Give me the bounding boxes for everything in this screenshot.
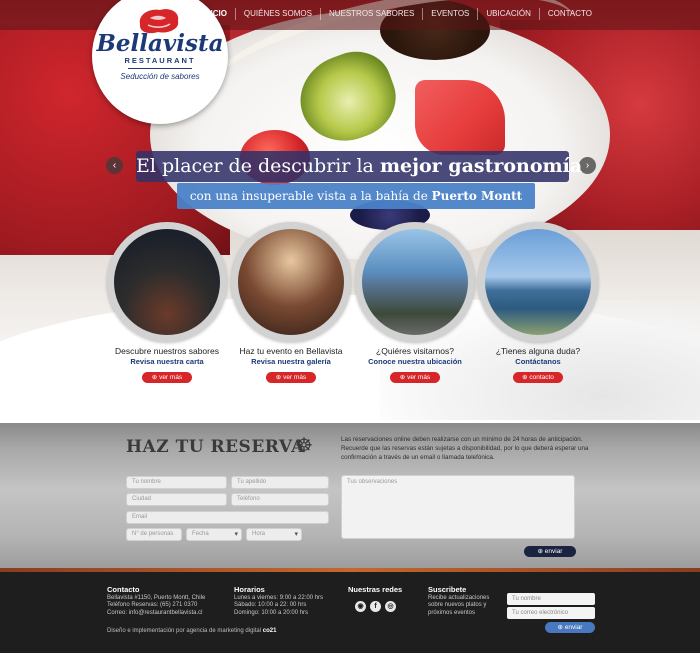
email-field[interactable]: Email — [126, 511, 329, 524]
facebook-icon[interactable]: f — [370, 601, 381, 612]
logo-tagline: Seducción de sabores — [120, 72, 200, 81]
hora-label: Hora — [252, 531, 266, 537]
card-sabores: Descubre nuestros sabores Revisa nuestra… — [107, 222, 227, 384]
suscribete-line3: próximos eventos — [428, 609, 476, 616]
footer-horarios-text: Lunes a viernes: 9:00 a 22:00 hrs Sábado… — [234, 595, 323, 617]
horario-domingo: Domingo: 10:00 a 20:00 hrs — [234, 609, 309, 616]
footer: Contacto Bellavista #1150, Puerto Montt,… — [0, 572, 700, 653]
chevron-left-icon[interactable]: ‹ — [106, 157, 123, 174]
footer-horarios-title: Horarios — [234, 585, 265, 594]
apellido-field[interactable]: Tu apellido — [231, 476, 329, 489]
footer-contacto-text: Bellavista #1150, Puerto Montt, Chile Te… — [107, 595, 205, 617]
card-title: Haz tu evento en Bellavista — [239, 346, 343, 356]
social-icons: ◉ f ◎ — [355, 601, 400, 612]
newsletter-name-field[interactable]: Tu nombre — [507, 593, 595, 605]
card-contacto: ¿Tienes alguna duda? Contáctanos ⊕ conta… — [478, 222, 598, 384]
phone: Teléfono Reservas: (65) 271 0370 — [107, 602, 198, 609]
nav-nuestros-sabores[interactable]: NUESTROS SABORES — [319, 8, 422, 20]
subline-bold: Puerto Montt — [431, 189, 523, 203]
button-label: ver más — [407, 374, 431, 381]
card-link[interactable]: Revisa nuestra carta — [107, 357, 227, 366]
reservation-submit-button[interactable]: ⊕ enviar — [524, 546, 576, 557]
tripadvisor-icon[interactable]: ◉ — [355, 601, 366, 612]
slider-subline: con una insuperable vista a la bahía de … — [177, 183, 535, 209]
credit-text: Diseño e implementación por agencia de m… — [107, 628, 263, 634]
button-label: contacto — [529, 374, 554, 381]
watermelon-image — [415, 80, 505, 155]
newsletter-email-field[interactable]: Tu correo electrónico — [507, 607, 595, 619]
card-link[interactable]: Conoce nuestra ubicación — [355, 357, 475, 366]
card-ubicacion: ¿Quiéres visitarnos? Conoce nuestra ubic… — [355, 222, 475, 384]
card-link[interactable]: Revisa nuestra galería — [231, 357, 351, 366]
reservation-section: HAZ TU RESERVA ☸ Las reservaciones onlin… — [0, 423, 700, 571]
agency-link[interactable]: co21 — [263, 628, 277, 634]
contacto-button[interactable]: ⊕ contacto — [513, 372, 563, 383]
telefono-field[interactable]: Teléfono — [231, 493, 329, 506]
card-title: ¿Tienes alguna duda? — [495, 346, 581, 356]
horario-sabado: Sábado: 10:00 a 22: 00 hrs — [234, 602, 307, 609]
logo-name: Bellavista — [96, 30, 224, 57]
button-label: enviar — [564, 624, 583, 631]
ver-mas-button[interactable]: ⊕ ver más — [390, 372, 440, 383]
subline-text: con una insuperable vista a la bahía de — [189, 189, 432, 203]
newsletter-submit-button[interactable]: ⊕ enviar — [545, 622, 595, 633]
card-title: Descubre nuestros sabores — [115, 346, 219, 356]
ver-mas-button[interactable]: ⊕ ver más — [142, 372, 192, 383]
footer-suscribete-text: Recibe actualizaciones sobre nuevos plat… — [428, 595, 489, 617]
nav-ubicacion[interactable]: UBICACIÓN — [477, 8, 538, 20]
nav-eventos[interactable]: EVENTOS — [422, 8, 477, 20]
card-eventos: Haz tu evento en Bellavista Revisa nuest… — [231, 222, 351, 384]
reservation-info: Las reservaciones online deben realizars… — [341, 436, 589, 461]
fecha-label: Fecha — [192, 531, 209, 537]
main-nav: INICIO QUIÉNES SOMOS NUESTROS SABORES EV… — [194, 8, 600, 20]
food-photo — [114, 229, 220, 335]
observaciones-textarea[interactable]: Tus observaciones — [341, 475, 575, 539]
card-image-frame[interactable] — [231, 222, 351, 342]
address: Bellavista #1150, Puerto Montt, Chile — [107, 595, 206, 601]
suscribete-line2: sobre nuevos platos y — [428, 602, 487, 609]
card-image-frame[interactable] — [107, 222, 227, 342]
button-label: ver más — [283, 374, 307, 381]
terrace-photo — [362, 229, 468, 335]
footer-credit: Diseño e implementación por agencia de m… — [107, 628, 276, 634]
card-image-frame[interactable] — [355, 222, 475, 342]
nav-quienes-somos[interactable]: QUIÉNES SOMOS — [234, 8, 320, 20]
horario-semana: Lunes a viernes: 9:00 a 22:00 hrs — [234, 595, 324, 601]
email[interactable]: Correo: info@restaurantbellavista.cl — [107, 610, 205, 617]
button-label: ver más — [159, 374, 183, 381]
headline-bold: mejor gastronomía — [379, 155, 583, 177]
ver-mas-button[interactable]: ⊕ ver más — [266, 372, 316, 383]
logo-subtitle: RESTAURANT — [124, 56, 196, 65]
hora-select[interactable]: Hora — [246, 528, 302, 541]
slider-headline: El placer de descubrir la mejor gastrono… — [136, 151, 582, 182]
card-title: ¿Quiéres visitarnos? — [376, 346, 454, 356]
nav-contacto[interactable]: CONTACTO — [538, 8, 600, 20]
event-photo — [238, 229, 344, 335]
reservation-title: HAZ TU RESERVA — [126, 437, 305, 457]
button-label: enviar — [544, 548, 563, 555]
footer-redes-title: Nuestras redes — [348, 585, 403, 594]
personas-field[interactable]: N° de personas — [126, 528, 182, 541]
fecha-select[interactable]: Fecha — [186, 528, 242, 541]
suscribete-line1: Recibe actualizaciones — [428, 595, 490, 601]
nombre-field[interactable]: Tu nombre — [126, 476, 227, 489]
bay-photo — [485, 229, 591, 335]
headline-text: El placer de descubrir la — [136, 155, 380, 177]
footer-suscribete-title: Suscribete — [428, 585, 467, 594]
logo-divider — [128, 68, 192, 69]
footer-contacto-title: Contacto — [107, 585, 140, 594]
ship-wheel-icon: ☸ — [295, 435, 313, 457]
instagram-icon[interactable]: ◎ — [385, 601, 396, 612]
ciudad-field[interactable]: Ciudad — [126, 493, 227, 506]
card-image-frame[interactable] — [478, 222, 598, 342]
card-link[interactable]: Contáctanos — [478, 357, 598, 366]
